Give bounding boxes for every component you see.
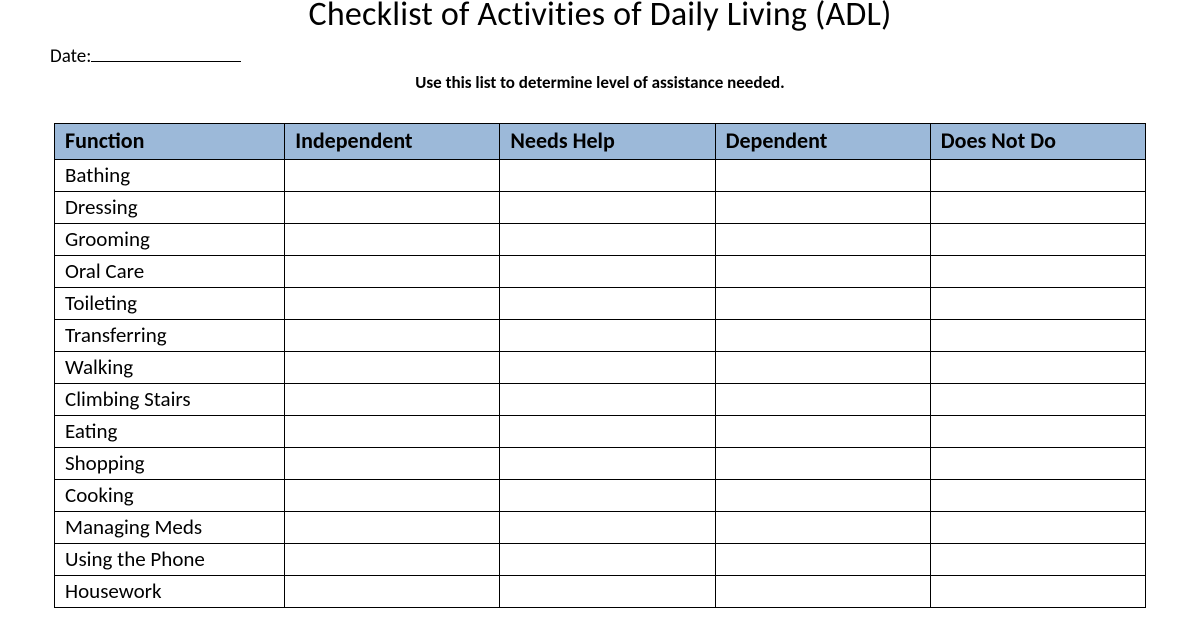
assessment-cell[interactable]	[715, 256, 930, 288]
assessment-cell[interactable]	[930, 416, 1145, 448]
function-cell: Shopping	[55, 448, 285, 480]
assessment-cell[interactable]	[930, 384, 1145, 416]
function-cell: Transferring	[55, 320, 285, 352]
assessment-cell[interactable]	[500, 192, 715, 224]
date-label: Date:	[50, 45, 91, 68]
assessment-cell[interactable]	[285, 384, 500, 416]
table-row: Housework	[55, 576, 1146, 608]
assessment-cell[interactable]	[930, 352, 1145, 384]
assessment-cell[interactable]	[715, 192, 930, 224]
assessment-cell[interactable]	[930, 512, 1145, 544]
col-header-independent: Independent	[285, 124, 500, 160]
function-cell: Grooming	[55, 224, 285, 256]
table-row: Dressing	[55, 192, 1146, 224]
assessment-cell[interactable]	[285, 288, 500, 320]
assessment-cell[interactable]	[500, 416, 715, 448]
assessment-cell[interactable]	[930, 544, 1145, 576]
function-cell: Climbing Stairs	[55, 384, 285, 416]
assessment-cell[interactable]	[500, 256, 715, 288]
assessment-cell[interactable]	[715, 320, 930, 352]
assessment-cell[interactable]	[930, 256, 1145, 288]
table-row: Climbing Stairs	[55, 384, 1146, 416]
assessment-cell[interactable]	[285, 416, 500, 448]
assessment-cell[interactable]	[500, 544, 715, 576]
assessment-cell[interactable]	[715, 416, 930, 448]
table-row: Shopping	[55, 448, 1146, 480]
function-cell: Managing Meds	[55, 512, 285, 544]
col-header-needs-help: Needs Help	[500, 124, 715, 160]
function-cell: Cooking	[55, 480, 285, 512]
assessment-cell[interactable]	[285, 576, 500, 608]
assessment-cell[interactable]	[715, 160, 930, 192]
table-row: Bathing	[55, 160, 1146, 192]
function-cell: Toileting	[55, 288, 285, 320]
assessment-cell[interactable]	[930, 224, 1145, 256]
page-subtitle: Use this list to determine level of assi…	[50, 72, 1150, 93]
table-header-row: Function Independent Needs Help Dependen…	[55, 124, 1146, 160]
col-header-function: Function	[55, 124, 285, 160]
assessment-cell[interactable]	[715, 384, 930, 416]
assessment-cell[interactable]	[930, 288, 1145, 320]
assessment-cell[interactable]	[930, 480, 1145, 512]
assessment-cell[interactable]	[500, 288, 715, 320]
assessment-cell[interactable]	[285, 224, 500, 256]
adl-table: Function Independent Needs Help Dependen…	[54, 123, 1146, 608]
assessment-cell[interactable]	[285, 256, 500, 288]
assessment-cell[interactable]	[715, 480, 930, 512]
table-row: Oral Care	[55, 256, 1146, 288]
assessment-cell[interactable]	[285, 480, 500, 512]
date-field-row: Date:	[50, 45, 1150, 68]
assessment-cell[interactable]	[715, 352, 930, 384]
assessment-cell[interactable]	[500, 320, 715, 352]
assessment-cell[interactable]	[500, 480, 715, 512]
assessment-cell[interactable]	[500, 160, 715, 192]
assessment-cell[interactable]	[715, 576, 930, 608]
assessment-cell[interactable]	[285, 192, 500, 224]
assessment-cell[interactable]	[715, 288, 930, 320]
table-row: Grooming	[55, 224, 1146, 256]
assessment-cell[interactable]	[930, 320, 1145, 352]
assessment-cell[interactable]	[285, 352, 500, 384]
date-input-line[interactable]	[91, 48, 241, 62]
col-header-dependent: Dependent	[715, 124, 930, 160]
assessment-cell[interactable]	[930, 576, 1145, 608]
function-cell: Eating	[55, 416, 285, 448]
function-cell: Walking	[55, 352, 285, 384]
table-row: Transferring	[55, 320, 1146, 352]
function-cell: Using the Phone	[55, 544, 285, 576]
assessment-cell[interactable]	[715, 224, 930, 256]
assessment-cell[interactable]	[715, 448, 930, 480]
function-cell: Housework	[55, 576, 285, 608]
assessment-cell[interactable]	[500, 352, 715, 384]
assessment-cell[interactable]	[930, 448, 1145, 480]
table-body: BathingDressingGroomingOral CareToiletin…	[55, 160, 1146, 608]
assessment-cell[interactable]	[930, 192, 1145, 224]
assessment-cell[interactable]	[500, 576, 715, 608]
assessment-cell[interactable]	[285, 544, 500, 576]
table-row: Walking	[55, 352, 1146, 384]
page-title: Checklist of Activities of Daily Living …	[50, 0, 1150, 35]
assessment-cell[interactable]	[285, 512, 500, 544]
table-row: Cooking	[55, 480, 1146, 512]
document-page: Checklist of Activities of Daily Living …	[0, 0, 1200, 608]
assessment-cell[interactable]	[500, 384, 715, 416]
assessment-cell[interactable]	[715, 544, 930, 576]
assessment-cell[interactable]	[500, 224, 715, 256]
table-row: Eating	[55, 416, 1146, 448]
table-row: Using the Phone	[55, 544, 1146, 576]
table-row: Toileting	[55, 288, 1146, 320]
col-header-does-not-do: Does Not Do	[930, 124, 1145, 160]
function-cell: Dressing	[55, 192, 285, 224]
assessment-cell[interactable]	[715, 512, 930, 544]
table-row: Managing Meds	[55, 512, 1146, 544]
assessment-cell[interactable]	[285, 320, 500, 352]
assessment-cell[interactable]	[285, 448, 500, 480]
assessment-cell[interactable]	[285, 160, 500, 192]
assessment-cell[interactable]	[500, 448, 715, 480]
function-cell: Bathing	[55, 160, 285, 192]
function-cell: Oral Care	[55, 256, 285, 288]
assessment-cell[interactable]	[500, 512, 715, 544]
assessment-cell[interactable]	[930, 160, 1145, 192]
